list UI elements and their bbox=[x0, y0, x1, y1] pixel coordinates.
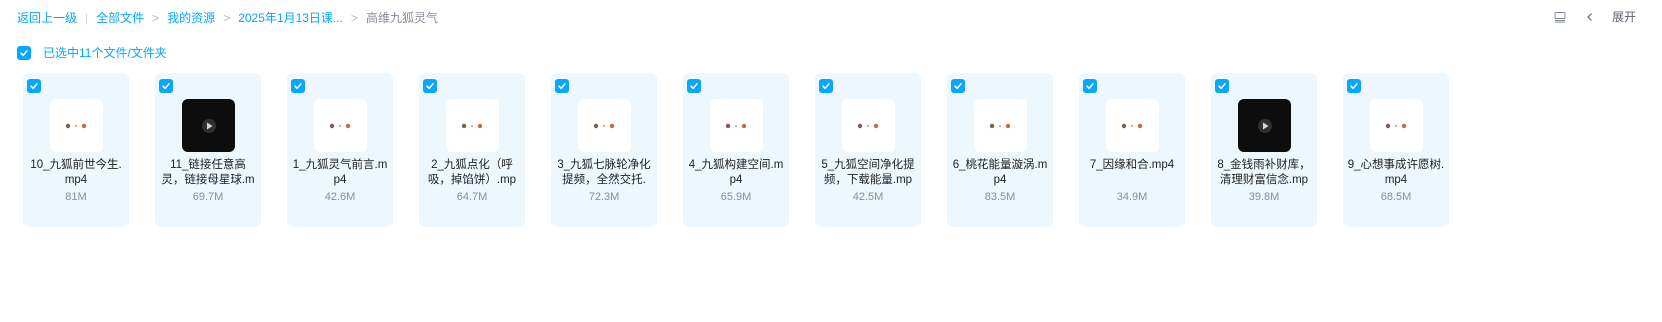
file-checkbox[interactable] bbox=[1347, 79, 1361, 93]
file-size: 34.9M bbox=[1116, 191, 1148, 203]
file-name: 6_桃花能量漩涡.mp4 bbox=[952, 159, 1048, 186]
list-view-icon[interactable] bbox=[1552, 9, 1568, 25]
video-thumbnail bbox=[578, 99, 631, 152]
video-frame-icon bbox=[1385, 123, 1406, 128]
chevron-left-icon[interactable] bbox=[1582, 9, 1598, 25]
video-frame-icon bbox=[989, 123, 1010, 128]
file-card[interactable]: 1_九狐灵气前言.mp4 42.6M bbox=[287, 73, 393, 227]
breadcrumb-course-folder[interactable]: 2025年1月13日课... bbox=[238, 9, 343, 26]
check-icon bbox=[30, 83, 38, 90]
check-icon bbox=[1086, 83, 1094, 90]
select-all-checkbox[interactable] bbox=[17, 45, 31, 60]
file-card[interactable]: 2_九狐点化（呼吸，掉馅饼）.mp 64.7M bbox=[419, 73, 525, 227]
file-checkbox[interactable] bbox=[687, 79, 701, 93]
file-size: 69.7M bbox=[192, 191, 224, 203]
file-checkbox[interactable] bbox=[819, 79, 833, 93]
breadcrumb-my-resources[interactable]: 我的资源 bbox=[167, 9, 215, 26]
file-card[interactable]: 6_桃花能量漩涡.mp4 83.5M bbox=[947, 73, 1053, 227]
file-card[interactable]: 7_因缘和合.mp4 34.9M bbox=[1079, 73, 1185, 227]
breadcrumb-all-files[interactable]: 全部文件 bbox=[96, 9, 144, 26]
video-frame-icon bbox=[65, 123, 86, 128]
check-icon bbox=[1350, 83, 1358, 90]
file-size: 68.5M bbox=[1380, 191, 1412, 203]
file-name: 7_因缘和合.mp4 bbox=[1089, 159, 1175, 171]
breadcrumb: 返回上一级 | 全部文件 > 我的资源 > 2025年1月13日课... > 高… bbox=[17, 9, 438, 26]
selection-count-label: 已选中11个文件/文件夹 bbox=[43, 46, 167, 60]
check-icon bbox=[426, 83, 434, 90]
file-size: 81M bbox=[65, 191, 87, 203]
file-checkbox[interactable] bbox=[159, 79, 173, 93]
check-icon bbox=[162, 83, 170, 90]
expand-button[interactable]: 展开 bbox=[1612, 8, 1636, 25]
file-name: 3_九狐七脉轮净化提频，全然交托. bbox=[557, 159, 651, 186]
play-icon bbox=[201, 118, 216, 133]
file-name: 2_九狐点化（呼吸，掉馅饼）.mp bbox=[427, 159, 517, 186]
file-checkbox[interactable] bbox=[1215, 79, 1229, 93]
file-checkbox[interactable] bbox=[291, 79, 305, 93]
file-checkbox[interactable] bbox=[423, 79, 437, 93]
file-size: 39.8M bbox=[1248, 191, 1280, 203]
file-card[interactable]: 9_心想事成许愿树.mp4 68.5M bbox=[1343, 73, 1449, 227]
file-size: 72.3M bbox=[588, 191, 620, 203]
video-thumbnail bbox=[1106, 99, 1159, 152]
check-icon bbox=[20, 49, 28, 56]
file-size: 64.7M bbox=[456, 191, 488, 203]
video-thumbnail bbox=[1238, 99, 1291, 152]
file-card[interactable]: 11_链接任意高灵，链接母星球.m 69.7M bbox=[155, 73, 261, 227]
video-thumbnail bbox=[182, 99, 235, 152]
check-icon bbox=[558, 83, 566, 90]
check-icon bbox=[954, 83, 962, 90]
check-icon bbox=[1218, 83, 1226, 90]
file-name: 10_九狐前世今生.mp4 bbox=[30, 159, 122, 186]
file-name: 9_心想事成许愿树.mp4 bbox=[1347, 159, 1445, 186]
file-card[interactable]: 3_九狐七脉轮净化提频，全然交托. 72.3M bbox=[551, 73, 657, 227]
file-size: 65.9M bbox=[720, 191, 752, 203]
check-icon bbox=[822, 83, 830, 90]
file-card[interactable]: 8_金钱雨补财库，清理财富信念.mp 39.8M bbox=[1211, 73, 1317, 227]
file-checkbox[interactable] bbox=[1083, 79, 1097, 93]
video-thumbnail bbox=[710, 99, 763, 152]
video-frame-icon bbox=[725, 123, 746, 128]
video-thumbnail bbox=[314, 99, 367, 152]
file-name: 5_九狐空间净化提频，下载能量.mp bbox=[821, 159, 915, 186]
video-thumbnail bbox=[974, 99, 1027, 152]
video-frame-icon bbox=[329, 123, 350, 128]
video-thumbnail bbox=[1370, 99, 1423, 152]
video-frame-icon bbox=[461, 123, 482, 128]
back-link[interactable]: 返回上一级 bbox=[17, 9, 77, 26]
video-frame-icon bbox=[593, 123, 614, 128]
chevron-right-icon: > bbox=[223, 10, 231, 25]
chevron-right-icon: > bbox=[350, 10, 358, 25]
chevron-right-icon: > bbox=[152, 10, 160, 25]
file-name: 4_九狐构建空间.mp4 bbox=[688, 159, 784, 186]
video-frame-icon bbox=[1121, 123, 1142, 128]
file-checkbox[interactable] bbox=[27, 79, 41, 93]
check-icon bbox=[294, 83, 302, 90]
file-name: 1_九狐灵气前言.mp4 bbox=[292, 159, 388, 186]
file-size: 83.5M bbox=[984, 191, 1016, 203]
video-thumbnail bbox=[842, 99, 895, 152]
file-size: 42.5M bbox=[852, 191, 884, 203]
video-frame-icon bbox=[857, 123, 878, 128]
file-checkbox[interactable] bbox=[951, 79, 965, 93]
file-checkbox[interactable] bbox=[555, 79, 569, 93]
file-card[interactable]: 10_九狐前世今生.mp4 81M bbox=[23, 73, 129, 227]
file-card[interactable]: 4_九狐构建空间.mp4 65.9M bbox=[683, 73, 789, 227]
file-name: 8_金钱雨补财库，清理财富信念.mp bbox=[1217, 159, 1311, 186]
breadcrumb-current: 高维九狐灵气 bbox=[365, 11, 438, 25]
file-name: 11_链接任意高灵，链接母星球.m bbox=[161, 159, 255, 186]
check-icon bbox=[690, 83, 698, 90]
video-thumbnail bbox=[446, 99, 499, 152]
file-card[interactable]: 5_九狐空间净化提频，下载能量.mp 42.5M bbox=[815, 73, 921, 227]
top-bar: 返回上一级 | 全部文件 > 我的资源 > 2025年1月13日课... > 高… bbox=[0, 0, 1662, 34]
file-size: 42.6M bbox=[324, 191, 356, 203]
selection-bar: 已选中11个文件/文件夹 bbox=[17, 44, 167, 61]
separator: | bbox=[85, 10, 89, 25]
view-controls: 展开 bbox=[1552, 8, 1636, 25]
video-thumbnail bbox=[50, 99, 103, 152]
play-icon bbox=[1257, 118, 1272, 133]
